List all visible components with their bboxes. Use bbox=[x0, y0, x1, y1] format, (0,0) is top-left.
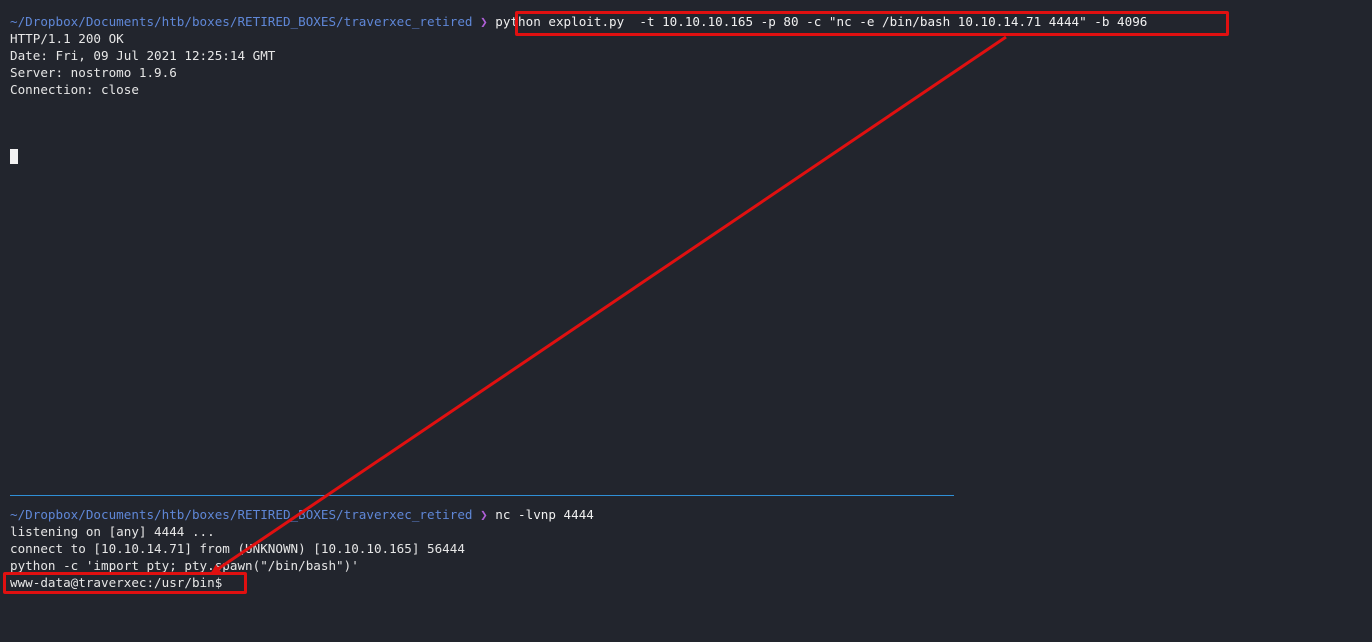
bottom-prompt-separator: ❯ bbox=[480, 507, 488, 522]
pane-divider[interactable] bbox=[10, 495, 954, 496]
top-output-line-4: Connection: close bbox=[10, 82, 139, 97]
terminal-cursor bbox=[10, 149, 18, 164]
top-output-line-1: HTTP/1.1 200 OK bbox=[10, 31, 124, 46]
top-prompt-path: ~/Dropbox/Documents/htb/boxes/RETIRED_BO… bbox=[10, 14, 473, 29]
bottom-prompt-path: ~/Dropbox/Documents/htb/boxes/RETIRED_BO… bbox=[10, 507, 473, 522]
terminal-window[interactable]: ~/Dropbox/Documents/htb/boxes/RETIRED_BO… bbox=[0, 0, 1372, 642]
bottom-output-line-2: connect to [10.10.14.71] from (UNKNOWN) … bbox=[10, 541, 465, 556]
bottom-prompt-line: ~/Dropbox/Documents/htb/boxes/RETIRED_BO… bbox=[10, 506, 594, 523]
top-prompt-separator: ❯ bbox=[480, 14, 488, 29]
shell-highlight-box bbox=[3, 572, 247, 594]
bottom-command: nc -lvnp 4444 bbox=[495, 507, 594, 522]
top-output-line-2: Date: Fri, 09 Jul 2021 12:25:14 GMT bbox=[10, 48, 276, 63]
top-output-line-3: Server: nostromo 1.9.6 bbox=[10, 65, 177, 80]
command-highlight-box bbox=[515, 11, 1229, 36]
top-terminal-pane[interactable]: ~/Dropbox/Documents/htb/boxes/RETIRED_BO… bbox=[0, 0, 1372, 495]
bottom-terminal-pane[interactable]: ~/Dropbox/Documents/htb/boxes/RETIRED_BO… bbox=[0, 497, 1372, 642]
bottom-output-line-1: listening on [any] 4444 ... bbox=[10, 524, 215, 539]
